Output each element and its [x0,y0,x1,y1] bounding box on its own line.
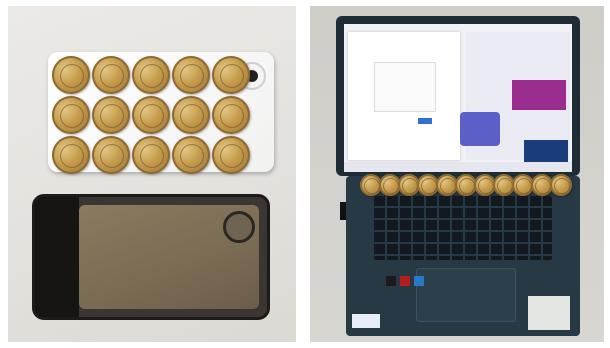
taskbar [344,162,572,172]
phone-case-band [35,197,79,317]
sticker-label [352,314,380,328]
coin [550,174,572,196]
promo-banner [512,80,566,110]
sticker-badge [414,276,424,286]
coin [132,136,170,174]
coin [212,56,250,94]
coin [212,136,250,174]
touchpad [416,268,516,322]
sticker-spec-label [528,296,570,330]
photo-phones-with-coins [8,6,296,342]
dark-phone-case [32,194,270,320]
coin [212,96,250,134]
sticker-badge [400,276,410,286]
photo-laptop-with-coins [310,6,604,342]
coin [92,136,130,174]
sticker-badge [386,276,396,286]
login-button [418,118,432,124]
coin [52,96,90,134]
coin [52,136,90,174]
coin [132,96,170,134]
coin [92,96,130,134]
laptop-lid [336,16,580,176]
coin [92,56,130,94]
coin [172,136,210,174]
coin [132,56,170,94]
login-dialog [374,62,436,112]
coin [172,96,210,134]
phone-case-camera-hole [223,211,255,243]
coin [52,56,90,94]
laptop-screen [344,24,572,172]
laptop-base [346,174,580,336]
browser-window [348,32,460,160]
teams-icon [460,112,500,146]
coin [172,56,210,94]
keyboard [374,196,552,260]
